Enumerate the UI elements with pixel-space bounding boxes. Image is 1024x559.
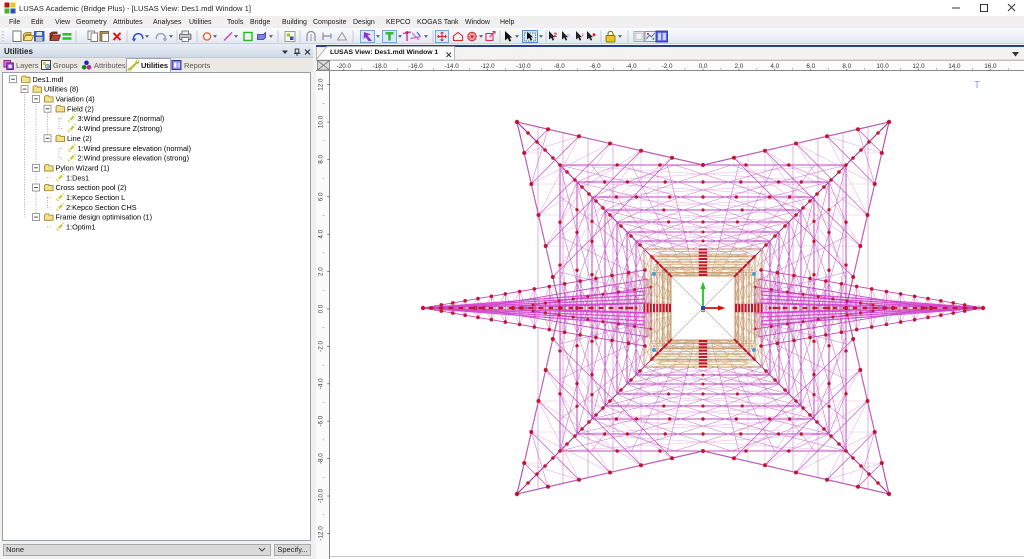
svg-text:,: , — [648, 64, 650, 71]
svg-text:,: , — [900, 64, 902, 71]
svg-text:,: , — [505, 64, 507, 71]
svg-text:,: , — [541, 64, 543, 71]
svg-text:,: , — [720, 64, 722, 71]
svg-text:T: T — [974, 80, 980, 91]
svg-text:6.0: 6.0 — [318, 192, 325, 201]
svg-text:2.0: 2.0 — [318, 267, 325, 276]
svg-text:,: , — [319, 102, 326, 104]
svg-text:,: , — [612, 64, 614, 71]
svg-text:♀: ♀ — [581, 33, 586, 39]
svg-text:,: , — [319, 327, 326, 329]
svg-text:,: , — [319, 252, 326, 254]
svg-text:Layers: Layers — [16, 61, 39, 70]
svg-text:-8.0: -8.0 — [318, 453, 325, 464]
svg-text:Variation (4): Variation (4) — [56, 95, 95, 104]
svg-text:1:Optim1: 1:Optim1 — [66, 223, 96, 232]
svg-text:1:Des1: 1:Des1 — [66, 173, 89, 182]
svg-text:,: , — [469, 64, 471, 71]
svg-text:-2.0: -2.0 — [318, 340, 325, 351]
svg-text:,: , — [433, 64, 435, 71]
svg-text:8.0: 8.0 — [318, 155, 325, 164]
svg-text:Utilities: Utilities — [141, 61, 168, 70]
svg-text:Field (2): Field (2) — [67, 104, 94, 113]
svg-text:12.0: 12.0 — [318, 78, 325, 91]
svg-text:,: , — [319, 401, 326, 403]
svg-text:,: , — [319, 364, 326, 366]
svg-text:,: , — [864, 64, 866, 71]
svg-text:,: , — [972, 64, 974, 71]
svg-text:,: , — [319, 177, 326, 179]
svg-text:-6.0: -6.0 — [318, 415, 325, 426]
svg-text:1:Wind pressure elevation (nor: 1:Wind pressure elevation (normal) — [78, 144, 192, 153]
svg-text:1:Kepco Section L: 1:Kepco Section L — [66, 193, 125, 202]
svg-text:,: , — [319, 214, 326, 216]
svg-text:Reports: Reports — [184, 61, 211, 70]
svg-text:Cross section pool (2): Cross section pool (2) — [56, 183, 127, 192]
svg-text:-4.0: -4.0 — [318, 378, 325, 389]
svg-text:,: , — [397, 64, 399, 71]
svg-text:2:Wind pressure elevation (str: 2:Wind pressure elevation (strong) — [78, 154, 190, 163]
svg-text:Pylon Wizard (1): Pylon Wizard (1) — [56, 163, 110, 172]
svg-text:Groups: Groups — [53, 61, 78, 70]
svg-text:0.0: 0.0 — [318, 304, 325, 313]
svg-text:,: , — [792, 64, 794, 71]
svg-text:,: , — [319, 140, 326, 142]
svg-text:2: 2 — [554, 32, 558, 39]
svg-text:,: , — [828, 64, 830, 71]
svg-text:,: , — [576, 64, 578, 71]
svg-text:10.0: 10.0 — [318, 115, 325, 128]
svg-text:,: , — [319, 289, 326, 291]
svg-text:,: , — [319, 476, 326, 478]
svg-text:3:Wind pressure Z(normal): 3:Wind pressure Z(normal) — [78, 114, 165, 123]
svg-text:,: , — [936, 64, 938, 71]
svg-text:4:Wind pressure Z(strong): 4:Wind pressure Z(strong) — [78, 124, 163, 133]
svg-text:,: , — [684, 64, 686, 71]
svg-text:○: ○ — [567, 33, 570, 39]
svg-text:,: , — [361, 64, 363, 71]
svg-text:Attributes: Attributes — [94, 61, 126, 70]
svg-text:,: , — [319, 514, 326, 516]
svg-text:,: , — [319, 439, 326, 441]
svg-text:Utilities (8): Utilities (8) — [44, 85, 78, 94]
svg-text:,: , — [756, 64, 758, 71]
svg-text:Frame design optimisation (1): Frame design optimisation (1) — [56, 213, 153, 222]
svg-text:,: , — [1007, 64, 1009, 71]
svg-text:Des1.mdl: Des1.mdl — [33, 75, 64, 84]
svg-text:⁕: ⁕ — [592, 33, 597, 39]
svg-text:-10.0: -10.0 — [318, 488, 325, 503]
svg-text:2:Kepco Section CHS: 2:Kepco Section CHS — [66, 203, 137, 212]
svg-text:Line (2): Line (2) — [67, 134, 92, 143]
svg-text:4.0: 4.0 — [318, 229, 325, 238]
svg-text:-12.0: -12.0 — [318, 526, 325, 541]
